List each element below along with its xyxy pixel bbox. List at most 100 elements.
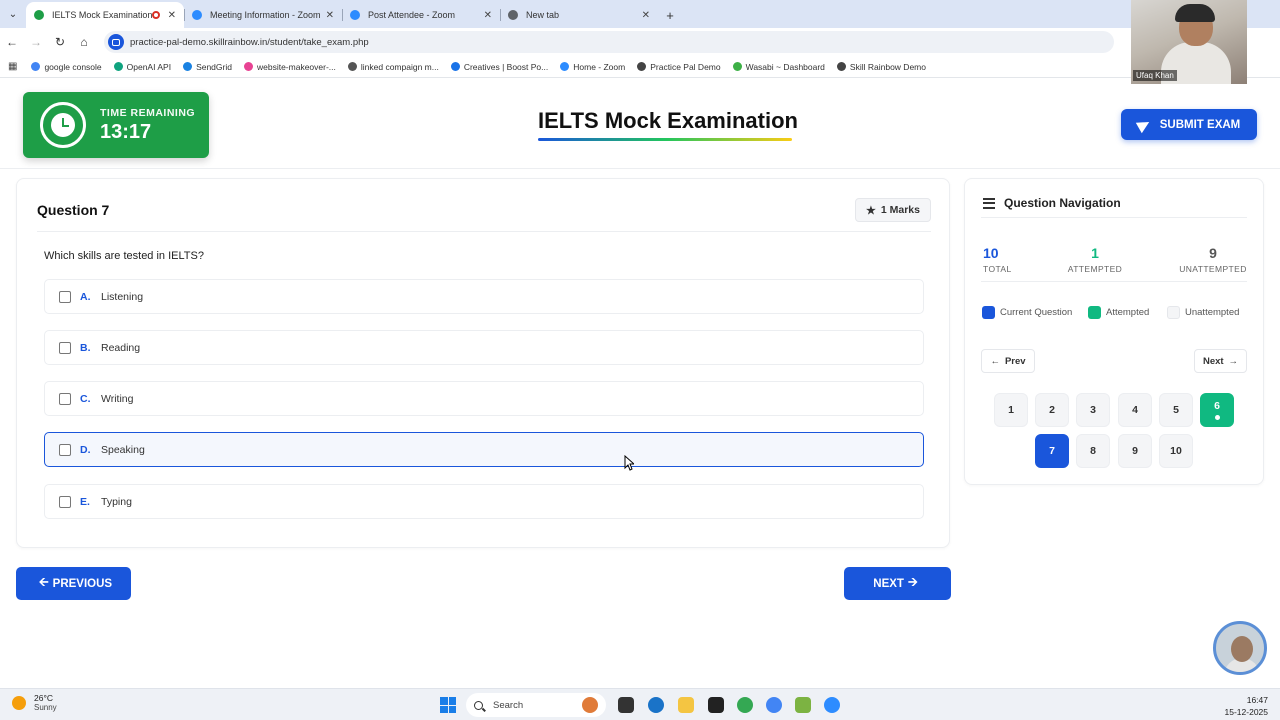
question-nav-number: 3 [1090,404,1096,416]
option-checkbox[interactable] [59,443,71,456]
tab-post-attendee-zoom[interactable]: Post Attendee - Zoom ✕ [342,2,500,28]
option-text: Reading [101,341,141,354]
question-nav-button[interactable]: 9 [1118,434,1152,468]
question-nav-number: 7 [1049,445,1055,457]
question-nav-number: 8 [1090,445,1096,457]
floating-video-avatar[interactable] [1213,621,1267,675]
bookmark-item[interactable]: Skill Rainbow Demo [836,61,926,72]
weather-temp: 26°C [34,693,53,703]
zoom-icon[interactable] [824,697,840,713]
nav-divider [981,217,1247,218]
legend-unattempted-label: Unattempted [1185,307,1240,318]
tab-new-tab[interactable]: New tab ✕ [500,2,658,28]
question-nav-button[interactable]: 8 [1076,434,1110,468]
legend-attempted: Attempted [1088,306,1149,319]
bookmark-item[interactable]: linked compaign m... [347,62,439,72]
home-icon[interactable]: ⌂ [72,35,96,49]
arrow-right-icon: 🡪 [907,575,918,589]
stat-attempted: 1 ATTEMPTED [1065,245,1125,274]
option-text: Typing [101,495,132,508]
url-input[interactable]: practice-pal-demo.skillrainbow.in/studen… [104,31,1114,53]
reload-icon[interactable]: ↻ [48,35,72,49]
bookmark-item[interactable]: OpenAI API [113,62,171,72]
bookmark-label: Wasabi ~ Dashboard [745,61,825,72]
question-number: Question 7 [37,202,110,218]
arrow-left-icon: ← [990,355,1000,367]
option-e[interactable]: E. Typing [44,484,924,519]
question-nav-button[interactable]: 3 [1076,393,1110,427]
next-button[interactable]: NEXT 🡪 [844,567,951,600]
stat-total-value: 10 [983,245,999,261]
question-nav-button-current[interactable]: 7 [1035,434,1069,468]
tab-search-icon[interactable]: ⌄ [0,0,26,28]
mouse-cursor-icon [624,455,634,471]
question-nav-button[interactable]: 1 [994,393,1028,427]
close-tab-icon[interactable]: ✕ [484,10,492,21]
arrow-right-icon: → [1228,355,1239,367]
bookmark-item[interactable]: google console [31,62,102,72]
back-arrow-icon[interactable]: ← [0,35,24,49]
weather-widget[interactable]: 26°C Sunny [12,693,57,712]
nav-prev-label: Prev [1004,355,1026,367]
question-nav-button[interactable]: 5 [1159,393,1193,427]
question-nav-button[interactable]: 2 [1035,393,1069,427]
legend-current-label: Current Question [1000,307,1073,318]
webcam-person-cap [1175,4,1215,22]
question-nav-button-attempted[interactable]: 6 [1200,393,1234,427]
system-clock[interactable]: 16:47 15-12-2025 [1225,694,1268,718]
nav-next-button[interactable]: Next → [1194,349,1247,373]
windows-taskbar: 26°C Sunny Search 16:47 15-12-2025 [0,688,1280,720]
forward-arrow-icon[interactable]: → [24,35,48,49]
nav-prev-button[interactable]: ← Prev [981,349,1035,373]
tab-ielts-mock-examination[interactable]: IELTS Mock Examination ✕ [26,2,184,28]
file-explorer-icon[interactable] [678,697,694,713]
screen-share-icon[interactable] [108,34,124,50]
option-d[interactable]: D. Speaking [44,432,924,467]
navigation-title: Question Navigation [1004,196,1121,210]
option-checkbox[interactable] [59,392,71,405]
bookmark-item[interactable]: Home - Zoom [560,62,625,72]
search-icon [474,700,483,710]
chrome-icon[interactable] [737,697,753,713]
legend-unattempted-swatch [1167,306,1180,319]
zoom-favicon [350,10,360,20]
new-tab-plus-icon[interactable]: + [658,2,682,28]
bookmark-label: Skill Rainbow Demo [849,61,926,72]
option-text: Speaking [101,443,145,456]
option-checkbox[interactable] [59,341,71,354]
widgets-icon[interactable] [582,697,598,713]
option-c[interactable]: C. Writing [44,381,924,416]
chrome-profile-icon[interactable] [766,697,782,713]
app-icon[interactable] [795,697,811,713]
bookmark-item[interactable]: Wasabi ~ Dashboard [732,61,825,72]
bookmark-item[interactable]: Creatives | Boost Po... [450,62,548,72]
question-nav-number: 6 [1214,400,1220,412]
option-checkbox[interactable] [59,495,71,508]
terminal-icon[interactable] [708,697,724,713]
close-tab-icon[interactable]: ✕ [642,10,650,21]
question-nav-button[interactable]: 4 [1118,393,1152,427]
stat-attempted-label: ATTEMPTED [1067,264,1123,274]
option-checkbox[interactable] [59,290,71,303]
recording-icon [151,11,160,19]
apps-grid-icon[interactable]: ▦ [8,61,17,72]
bookmark-label: Home - Zoom [573,61,626,72]
bookmark-item[interactable]: website-makeover-... [243,62,336,72]
question-text: Which skills are tested in IELTS? [44,250,204,262]
previous-button[interactable]: 🡨 PREVIOUS [16,567,131,600]
tab-meeting-information-zoom[interactable]: Meeting Information - Zoom ✕ [184,2,342,28]
legend-attempted-label: Attempted [1106,307,1150,318]
task-view-icon[interactable] [618,697,634,713]
close-tab-icon[interactable]: ✕ [168,10,176,21]
close-tab-icon[interactable]: ✕ [326,10,334,21]
bookmark-item[interactable]: SendGrid [183,62,232,72]
option-b[interactable]: B. Reading [44,330,924,365]
edge-icon[interactable] [648,697,664,713]
question-nav-button[interactable]: 10 [1159,434,1193,468]
bookmark-item[interactable]: Practice Pal Demo [637,62,721,72]
webcam-video-tile: Ufaq Khan [1131,0,1247,84]
weather-desc: Sunny [34,703,57,712]
option-a[interactable]: A. Listening [44,279,924,314]
windows-start-icon[interactable] [440,697,456,713]
submit-exam-button[interactable]: SUBMIT EXAM [1121,109,1257,140]
